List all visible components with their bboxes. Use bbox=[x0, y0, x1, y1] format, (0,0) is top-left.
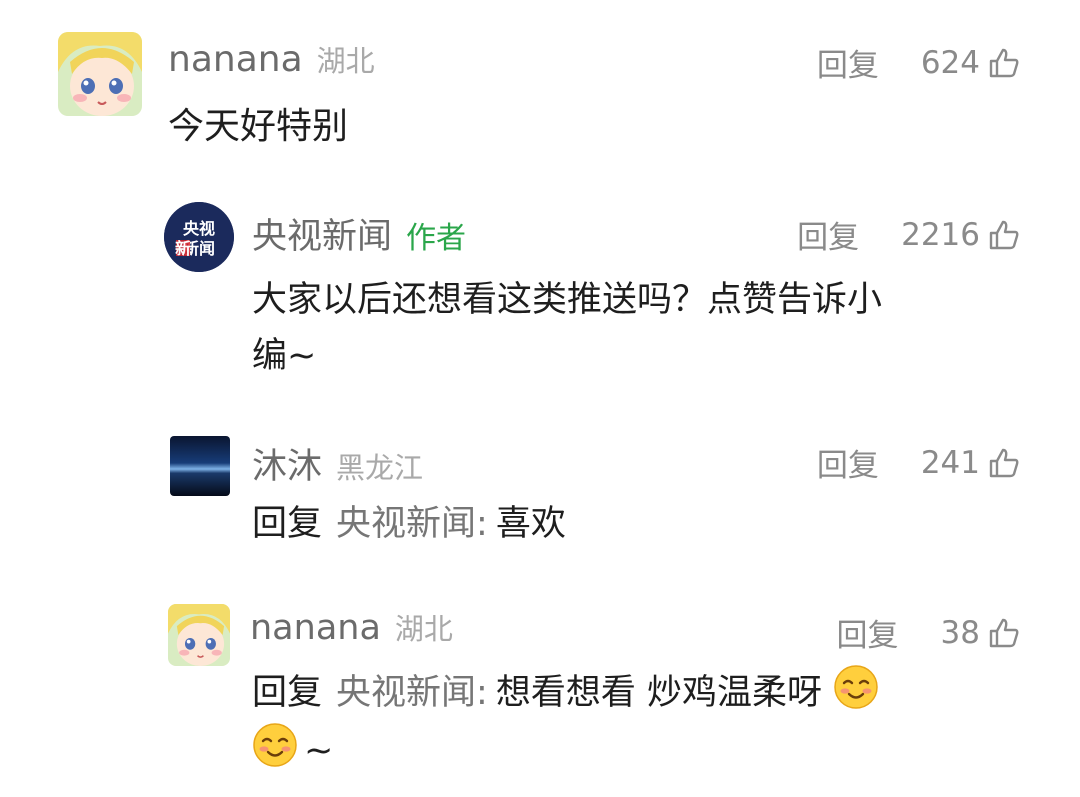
reply-button[interactable]: 回复 bbox=[817, 440, 879, 485]
username[interactable]: nanana bbox=[168, 39, 303, 80]
like-count: 624 bbox=[920, 44, 980, 81]
reply-colon: : bbox=[476, 504, 488, 544]
thumbs-up-icon[interactable] bbox=[988, 47, 1020, 79]
reply-text: 喜欢 bbox=[495, 504, 566, 544]
reply-prefix: 回复 bbox=[252, 673, 323, 713]
username[interactable]: nanana bbox=[250, 608, 381, 648]
avatar[interactable]: 央视 新闻 新 bbox=[164, 202, 234, 272]
avatar-text-bottom-overlay: 新 bbox=[175, 239, 191, 258]
comment-text-line: 回复 央视新闻: 想看想看 炒鸡温柔呀 bbox=[252, 664, 879, 722]
reply-text: 想看想看 炒鸡温柔呀 bbox=[495, 673, 822, 713]
location-label: 湖北 bbox=[394, 612, 453, 646]
smiling-face-emoji-icon bbox=[833, 664, 879, 710]
comment-text: 大家以后还想看这类推送吗？点赞告诉小 编~ bbox=[252, 272, 882, 384]
comment-text: 今天好特别 bbox=[168, 106, 349, 147]
like-count: 38 bbox=[940, 614, 980, 651]
thumbs-up-icon[interactable] bbox=[988, 617, 1020, 649]
reply-prefix: 回复 bbox=[252, 504, 323, 544]
comment-text-line: ~ bbox=[252, 722, 879, 780]
reply-text-suffix: ~ bbox=[304, 731, 334, 771]
comment-thread: nanana 湖北 回复 624 今天好特别 央视 新闻 新 央视新闻 作者 回… bbox=[0, 0, 1080, 797]
thumbs-up-icon[interactable] bbox=[988, 447, 1020, 479]
like-count: 2216 bbox=[901, 216, 980, 253]
author-tag: 作者 bbox=[406, 221, 467, 256]
comment-text-line: 大家以后还想看这类推送吗？点赞告诉小 bbox=[252, 280, 883, 320]
location-label: 湖北 bbox=[316, 44, 375, 78]
night-horizon-avatar-image bbox=[170, 436, 230, 496]
reply-target-username[interactable]: 央视新闻 bbox=[336, 504, 476, 544]
comment-text-line: 编~ bbox=[252, 336, 317, 376]
reply-button[interactable]: 回复 bbox=[797, 212, 859, 257]
cctv-news-logo: 央视 新闻 新 bbox=[164, 202, 234, 272]
reply-target-username[interactable]: 央视新闻 bbox=[336, 673, 476, 713]
comment-item: 央视 新闻 新 央视新闻 作者 回复 2216 大家以后还想看这类推送吗？点赞告… bbox=[0, 190, 1080, 390]
comment-item: 沐沐 黑龙江 回复 241 回复 央视新闻: 喜欢 bbox=[0, 420, 1080, 570]
reply-button[interactable]: 回复 bbox=[817, 40, 879, 85]
reply-button[interactable]: 回复 bbox=[837, 610, 899, 655]
avatar[interactable] bbox=[168, 604, 230, 666]
thumbs-up-icon[interactable] bbox=[988, 219, 1020, 251]
avatar[interactable] bbox=[58, 32, 142, 116]
comment-text: 回复 央视新闻: 想看想看 炒鸡温柔呀 ~ bbox=[252, 664, 879, 780]
comment-text: 回复 央视新闻: 喜欢 bbox=[252, 498, 566, 551]
username[interactable]: 央视新闻 bbox=[252, 208, 392, 259]
comment-item: nanana 湖北 回复 624 今天好特别 bbox=[0, 0, 1080, 180]
avatar[interactable] bbox=[170, 436, 230, 496]
username[interactable]: 沐沐 bbox=[252, 438, 322, 489]
anime-girl-avatar-image bbox=[168, 604, 230, 666]
comment-item: nanana 湖北 回复 38 回复 央视新闻: 想看想看 炒鸡温柔呀 ~ bbox=[0, 590, 1080, 797]
smiling-face-emoji-icon bbox=[252, 722, 298, 768]
like-count: 241 bbox=[920, 444, 980, 481]
reply-colon: : bbox=[476, 673, 488, 713]
location-label: 黑龙江 bbox=[336, 451, 424, 485]
avatar-text-top: 央视 bbox=[183, 219, 215, 238]
anime-girl-avatar-image bbox=[58, 32, 142, 116]
